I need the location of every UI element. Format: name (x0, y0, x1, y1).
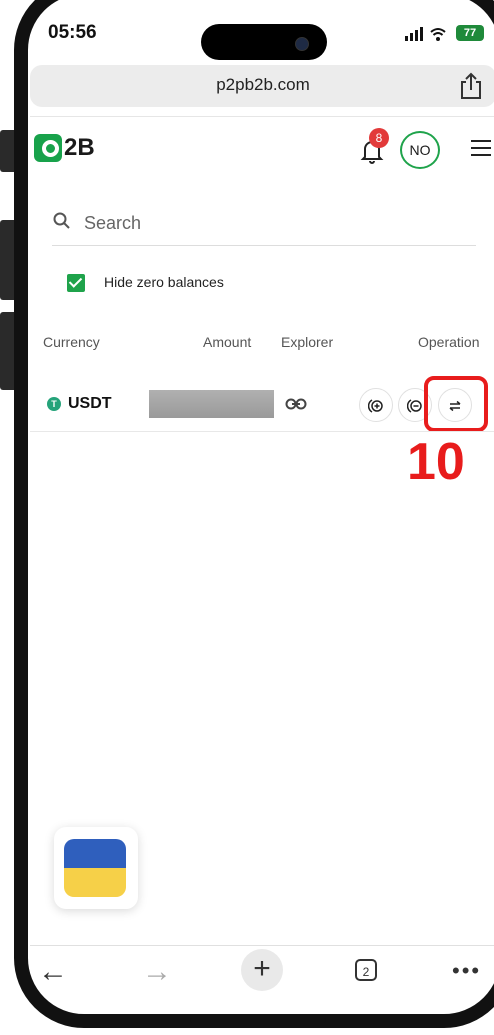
signal-wifi-icon (405, 26, 451, 45)
column-header-currency: Currency (43, 334, 100, 350)
hide-zero-checkbox[interactable] (67, 274, 85, 292)
more-icon[interactable]: ••• (452, 958, 481, 984)
camera-icon (295, 37, 309, 51)
search-bar (52, 205, 476, 246)
usdt-coin-icon: T (47, 397, 61, 411)
tabs-button[interactable]: 2 (355, 959, 377, 981)
hamburger-icon[interactable] (471, 140, 491, 161)
row-divider (30, 431, 494, 432)
bottom-divider (30, 945, 494, 946)
ukraine-flag-icon (64, 839, 126, 897)
home-indicator[interactable] (190, 1018, 326, 1023)
hide-zero-label: Hide zero balances (104, 274, 224, 290)
withdraw-icon (406, 399, 422, 413)
logo-text: 2B (64, 134, 95, 161)
phone-volume-up (0, 220, 14, 300)
share-icon[interactable] (458, 72, 484, 100)
header-divider (30, 116, 494, 117)
currency-name: USDT (68, 395, 112, 412)
deposit-icon (367, 399, 383, 413)
annotation-number: 10 (407, 433, 465, 491)
p2b-logo[interactable]: 2B (34, 134, 95, 162)
column-header-operation: Operation (418, 334, 480, 350)
search-icon (53, 212, 70, 229)
notification-badge: 8 (369, 128, 389, 148)
column-header-explorer: Explorer (281, 334, 334, 350)
search-input[interactable] (82, 207, 466, 239)
language-flag-button[interactable] (54, 827, 138, 909)
url-text[interactable]: p2pb2b.com (30, 75, 494, 95)
avatar[interactable]: NO (400, 131, 440, 169)
deposit-button[interactable] (359, 388, 393, 422)
column-header-amount: Amount (203, 334, 252, 350)
phone-volume-down (0, 312, 14, 390)
phone-side-button (0, 130, 14, 172)
annotation-highlight-box (424, 376, 488, 432)
battery-icon: 77 (456, 25, 484, 41)
back-arrow-icon[interactable]: ← (38, 955, 68, 989)
status-time: 05:56 (48, 22, 97, 43)
amount-redacted (149, 390, 274, 418)
forward-arrow-icon[interactable]: → (142, 955, 172, 989)
new-tab-button[interactable]: + (241, 949, 283, 991)
explorer-link-icon[interactable] (285, 396, 307, 412)
logo-badge-icon (34, 134, 62, 162)
